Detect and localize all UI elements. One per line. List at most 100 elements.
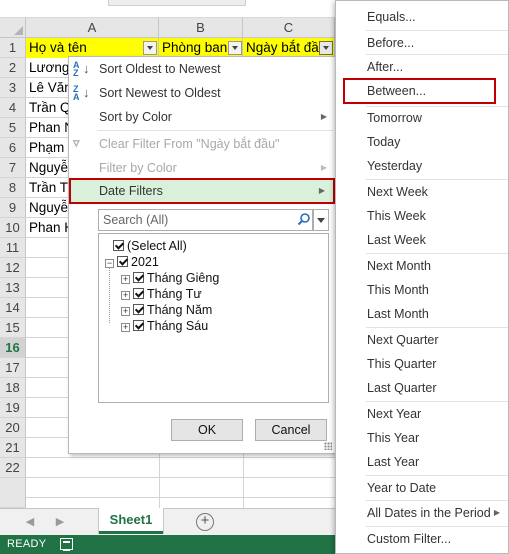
checkbox-checked-icon[interactable] bbox=[133, 288, 144, 299]
yesterday-item[interactable]: Yesterday bbox=[336, 154, 508, 178]
checkbox-checked-icon[interactable] bbox=[117, 256, 128, 267]
row-header[interactable]: 11 bbox=[0, 238, 26, 258]
cancel-button[interactable]: Cancel bbox=[255, 419, 327, 441]
custom-filter-item[interactable]: Custom Filter... bbox=[336, 527, 508, 551]
next-week-item[interactable]: Next Week bbox=[336, 180, 508, 204]
cell[interactable]: Phạm bbox=[26, 138, 64, 158]
next-month-item[interactable]: Next Month bbox=[336, 254, 508, 278]
column-header-a[interactable]: A bbox=[26, 18, 159, 38]
last-year-item[interactable]: Last Year bbox=[336, 450, 508, 474]
tree-year-node[interactable]: −2021 bbox=[105, 254, 159, 270]
expand-icon[interactable]: + bbox=[121, 323, 130, 332]
row-header[interactable]: 8 bbox=[0, 178, 26, 198]
year-to-date-item[interactable]: Year to Date bbox=[336, 476, 508, 500]
macro-record-icon[interactable] bbox=[60, 538, 73, 551]
tree-month-node[interactable]: + Tháng Giêng bbox=[121, 270, 219, 286]
menu-label: This Year bbox=[367, 431, 420, 445]
row-header[interactable]: 9 bbox=[0, 198, 26, 218]
cell[interactable]: Nguyễ bbox=[26, 158, 68, 178]
next-quarter-item[interactable]: Next Quarter bbox=[336, 328, 508, 352]
before-item[interactable]: Before... bbox=[336, 31, 508, 55]
row-header[interactable]: 19 bbox=[0, 398, 26, 418]
tree-month-node[interactable]: + Tháng Năm bbox=[121, 302, 212, 318]
expand-icon[interactable]: + bbox=[121, 275, 130, 284]
all-dates-in-period-item[interactable]: All Dates in the Period ▶ bbox=[336, 501, 508, 525]
row-header[interactable]: 3 bbox=[0, 78, 26, 98]
add-sheet-icon[interactable]: + bbox=[196, 513, 214, 531]
menu-label: This Quarter bbox=[367, 357, 437, 371]
row-header[interactable]: 22 bbox=[0, 458, 26, 478]
row-header[interactable]: 17 bbox=[0, 358, 26, 378]
row-header[interactable]: 13 bbox=[0, 278, 26, 298]
tree-month-node[interactable]: + Tháng Sáu bbox=[121, 318, 208, 334]
checkbox-checked-icon[interactable] bbox=[113, 240, 124, 251]
expand-icon[interactable]: + bbox=[121, 291, 130, 300]
equals-item[interactable]: Equals... bbox=[336, 5, 508, 29]
this-year-item[interactable]: This Year bbox=[336, 426, 508, 450]
checkbox-checked-icon[interactable] bbox=[133, 272, 144, 283]
select-all-corner[interactable] bbox=[0, 18, 26, 38]
menu-label: Equals... bbox=[367, 10, 416, 24]
last-quarter-item[interactable]: Last Quarter bbox=[336, 376, 508, 400]
row-header[interactable]: 2 bbox=[0, 58, 26, 78]
row-header[interactable]: 5 bbox=[0, 118, 26, 138]
tomorrow-item[interactable]: Tomorrow bbox=[336, 106, 508, 130]
tree-month-node[interactable]: + Tháng Tư bbox=[121, 286, 202, 302]
cell[interactable]: Lương bbox=[26, 58, 69, 78]
clear-filter-item: ▿ Clear Filter From "Ngày bắt đầu" bbox=[69, 132, 335, 156]
row-header[interactable]: 20 bbox=[0, 418, 26, 438]
row-header[interactable]: 12 bbox=[0, 258, 26, 278]
between-item[interactable]: Between... bbox=[343, 78, 496, 104]
last-week-item[interactable]: Last Week bbox=[336, 228, 508, 252]
filter-dropdown-button[interactable] bbox=[143, 41, 157, 55]
cell[interactable]: Lê Văn bbox=[26, 78, 72, 98]
column-header-c[interactable]: C bbox=[243, 18, 335, 38]
row-header[interactable]: 21 bbox=[0, 438, 26, 458]
row-header[interactable]: 15 bbox=[0, 318, 26, 338]
checkbox-checked-icon[interactable] bbox=[133, 320, 144, 331]
tree-connector bbox=[109, 267, 110, 323]
row-header[interactable]: 14 bbox=[0, 298, 26, 318]
scroll-tabs-right-icon[interactable]: ▶ bbox=[52, 509, 68, 535]
tree-label: Tháng Sáu bbox=[147, 319, 209, 333]
submenu-arrow-icon: ▶ bbox=[493, 508, 500, 517]
ok-button[interactable]: OK bbox=[171, 419, 243, 441]
filter-dropdown-button[interactable] bbox=[228, 41, 242, 55]
checkbox-checked-icon[interactable] bbox=[133, 304, 144, 315]
row-header[interactable]: 1 bbox=[0, 38, 26, 58]
cell[interactable]: Phan N bbox=[26, 118, 74, 138]
row-header[interactable]: 4 bbox=[0, 98, 26, 118]
tree-select-all[interactable]: (Select All) bbox=[113, 238, 187, 254]
filter-search-input[interactable]: Search (All) bbox=[98, 209, 313, 231]
menu-label: Last Month bbox=[367, 307, 429, 321]
scroll-tabs-left-icon[interactable]: ◀ bbox=[22, 509, 38, 535]
resize-grip-icon[interactable] bbox=[324, 442, 332, 450]
sort-by-color-item[interactable]: Sort by Color ▶ bbox=[69, 105, 335, 129]
last-month-item[interactable]: Last Month bbox=[336, 302, 508, 326]
cell[interactable]: Phan H bbox=[26, 218, 74, 238]
row-header[interactable]: 6 bbox=[0, 138, 26, 158]
row-header-active[interactable]: 16 bbox=[0, 338, 26, 358]
header-cell-name[interactable]: Họ và tên bbox=[26, 38, 159, 58]
column-header-b[interactable]: B bbox=[159, 18, 243, 38]
filter-dropdown-button-active[interactable] bbox=[319, 41, 333, 55]
search-options-dropdown[interactable] bbox=[313, 209, 329, 231]
row-header[interactable]: 7 bbox=[0, 158, 26, 178]
date-filters-item[interactable]: Date Filters ▶ bbox=[69, 178, 335, 204]
row-header[interactable]: 10 bbox=[0, 218, 26, 238]
cell[interactable]: Trần T bbox=[26, 178, 68, 198]
row-header[interactable]: 18 bbox=[0, 378, 26, 398]
cell[interactable]: Nguyễ bbox=[26, 198, 68, 218]
sort-oldest-item[interactable]: A Z ↓ Sort Oldest to Newest bbox=[69, 57, 335, 81]
filter-by-color-item: Filter by Color ▶ bbox=[69, 156, 335, 180]
this-month-item[interactable]: This Month bbox=[336, 278, 508, 302]
this-week-item[interactable]: This Week bbox=[336, 204, 508, 228]
sort-newest-item[interactable]: Z A ↓ Sort Newest to Oldest bbox=[69, 81, 335, 105]
sheet-tab[interactable]: Sheet1 bbox=[99, 508, 163, 534]
today-item[interactable]: Today bbox=[336, 130, 508, 154]
next-year-item[interactable]: Next Year bbox=[336, 402, 508, 426]
cell[interactable]: Trần Q bbox=[26, 98, 71, 118]
expand-icon[interactable]: + bbox=[121, 307, 130, 316]
this-quarter-item[interactable]: This Quarter bbox=[336, 352, 508, 376]
after-item[interactable]: After... bbox=[336, 55, 508, 79]
